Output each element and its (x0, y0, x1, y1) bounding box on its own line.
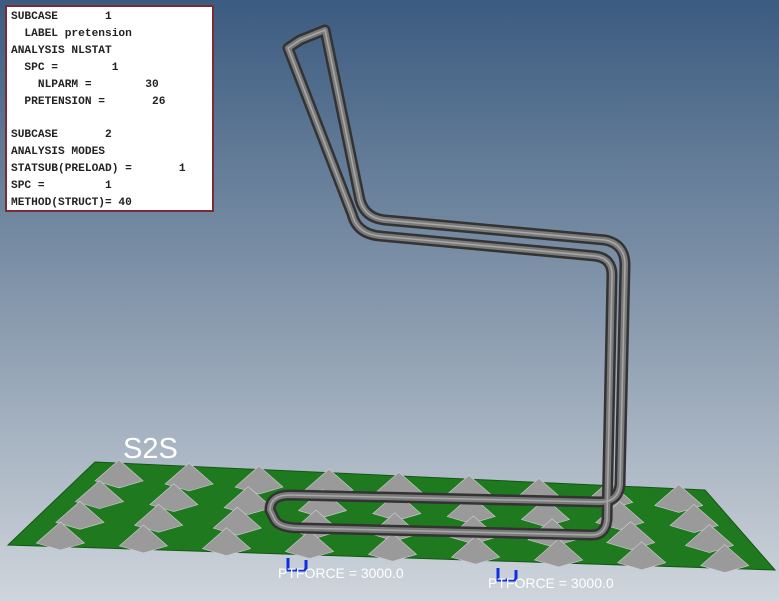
subcase-line (11, 110, 212, 127)
subcase-line: SPC = 1 (11, 61, 119, 74)
subcase-line: METHOD(STRUCT)= 40 (11, 196, 132, 209)
subcase-line: SPC = 1 (11, 180, 112, 193)
contact-label: S2S (123, 433, 178, 465)
subcase-line: STATSUB(PRELOAD) = 1 (11, 163, 186, 176)
subcase-line: SUBCASE 2 (11, 129, 112, 142)
subcase-info-panel: SUBCASE 1 LABEL pretension ANALYSIS NLST… (5, 5, 214, 212)
subcase-line: LABEL pretension (11, 27, 132, 40)
subcase-line: NLPARM = 30 (11, 78, 159, 91)
subcase-line: PRETENSION = 26 (11, 95, 166, 108)
subcase-line: SUBCASE 1 (11, 11, 112, 23)
subcase-line: ANALYSIS MODES (11, 146, 105, 159)
force-label: PTFORCE = 3000.0 (278, 565, 404, 581)
force-label: PTFORCE = 3000.0 (488, 575, 614, 591)
subcase-line: ANALYSIS NLSTAT (11, 44, 112, 57)
